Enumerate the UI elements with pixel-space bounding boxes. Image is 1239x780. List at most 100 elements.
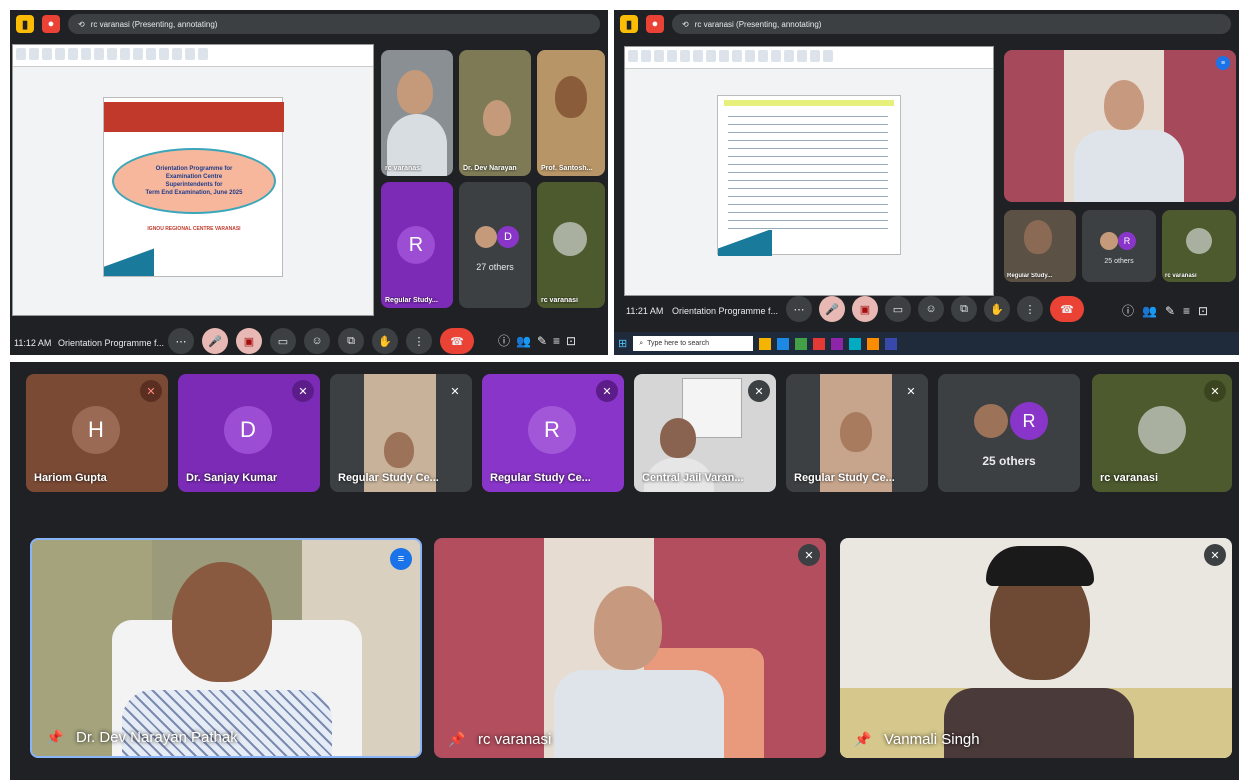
taskbar-app-icon[interactable] [813,337,826,350]
speaker-tile[interactable]: ✕ 📌 Vanmali Singh [840,538,1232,758]
pin-icon[interactable]: 📌 [854,731,871,748]
people-icon[interactable]: 👥 [1142,304,1157,318]
slide-line-3: Superintendents for [165,182,223,188]
info-icon[interactable]: ⓘ [498,332,510,349]
chat-icon[interactable]: ✎ [1165,304,1175,318]
speaker-tile[interactable]: ✕ 📌 rc varanasi [434,538,826,758]
participant-name: Regular Study Ce... [338,472,439,484]
slide-header-band [104,102,284,132]
taskbar-app-icon[interactable] [885,337,898,350]
participant-thumb [972,402,1010,440]
participant-tile[interactable]: ✕ Regular Study Ce... [330,374,472,492]
chat-icon[interactable]: ✎ [537,334,547,348]
windows-start-icon[interactable]: ⊞ [618,337,627,350]
participant-tile[interactable]: D ✕ Dr. Sanjay Kumar [178,374,320,492]
lock-icon[interactable]: ⊡ [566,334,576,348]
participant-tile[interactable]: rc varanasi [381,50,453,176]
participant-video [660,418,696,458]
main-speaker-tile[interactable]: ≡ [1004,50,1236,202]
files-icon[interactable]: ▮ [16,15,34,33]
participant-tile[interactable]: rc varanasi [1162,210,1236,282]
others-tile[interactable]: D 27 others [459,182,531,308]
activities-icon[interactable]: ≡ [1183,304,1190,318]
present-button[interactable]: ⧉ [338,328,364,354]
people-icon[interactable]: 👥 [516,334,531,348]
slide-footer: IGNOU REGIONAL CENTRE VARANASI [147,226,241,232]
more-icon[interactable]: ⋯ [786,296,812,322]
windows-taskbar: ⊞ ⌕ Type here to search [614,332,1239,355]
participant-tile[interactable]: H ✕ Hariom Gupta [26,374,168,492]
taskbar-app-icon[interactable] [759,337,772,350]
pin-icon[interactable]: 📌 [448,731,465,748]
pin-icon[interactable]: 📌 [46,729,63,746]
others-tile[interactable]: R 25 others [1082,210,1156,282]
participant-video [1024,220,1052,254]
participant-tile[interactable]: R Regular Study... [381,182,453,308]
participant-avatar: H [72,406,120,454]
hair [986,546,1094,586]
captions-button[interactable]: ▭ [885,296,911,322]
speaker-tile[interactable]: ≡ 📌 Dr. Dev Narayan Pathak [30,538,422,758]
participant-tile[interactable]: ✕ rc varanasi [1092,374,1232,492]
participant-tile[interactable]: ✕ Central Jail Varan... [634,374,776,492]
info-icon[interactable]: ⓘ [1122,302,1134,319]
meeting-time: 11:21 AM [626,306,664,316]
participant-name: rc varanasi [1100,472,1159,484]
slide-text-lines [728,112,888,232]
camera-button[interactable]: ▣ [852,296,878,322]
activities-icon[interactable]: ≡ [553,334,560,348]
call-controls: ⋯ 🎤 ▣ ▭ ☺ ⧉ ✋ ⋮ ☎ [786,296,1084,322]
participant-avatar: R [1118,232,1136,250]
mic-off-icon: ✕ [292,380,314,402]
search-icon: ⌕ [639,339,644,347]
mic-off-icon: ✕ [444,380,466,402]
emoji-button[interactable]: ☺ [918,296,944,322]
mic-button[interactable]: 🎤 [202,328,228,354]
taskbar-search[interactable]: ⌕ Type here to search [633,336,754,351]
lock-icon[interactable]: ⊡ [1198,304,1208,318]
participant-thumb [553,222,587,256]
mic-button[interactable]: 🎤 [819,296,845,322]
participant-tile[interactable]: Regular Study... [1004,210,1076,282]
presenting-label: rc varanasi (Presenting, annotating) [694,19,822,29]
more-options-button[interactable]: ⋮ [1017,296,1043,322]
raise-hand-button[interactable]: ✋ [372,328,398,354]
end-call-button[interactable]: ☎ [440,328,474,354]
more-icon[interactable]: ⋯ [168,328,194,354]
taskbar-app-icon[interactable] [831,337,844,350]
record-icon[interactable]: ● [42,15,60,33]
participant-tile[interactable]: rc varanasi [537,182,605,308]
presenting-banner[interactable]: ⟲ rc varanasi (Presenting, annotating) [672,14,1231,34]
participant-tile[interactable]: ✕ Regular Study Ce... [786,374,928,492]
participant-name: Central Jail Varan... [642,472,744,484]
taskbar-app-icon[interactable] [849,337,862,350]
participant-tile[interactable]: Dr. Dev Narayan [459,50,531,176]
taskbar-app-icon[interactable] [795,337,808,350]
files-icon[interactable]: ▮ [620,15,638,33]
captions-button[interactable]: ▭ [270,328,296,354]
end-call-button[interactable]: ☎ [1050,296,1084,322]
speaker-name: rc varanasi [478,731,552,748]
speaking-icon: ≡ [390,548,412,570]
emoji-button[interactable]: ☺ [304,328,330,354]
mic-off-icon: ✕ [900,380,922,402]
present-button[interactable]: ⧉ [951,296,977,322]
camera-button[interactable]: ▣ [236,328,262,354]
participant-tile[interactable]: R ✕ Regular Study Ce... [482,374,624,492]
participant-avatar: D [497,226,519,248]
shared-document-window [624,46,994,296]
taskbar-app-icon[interactable] [777,337,790,350]
participant-name: Dr. Sanjay Kumar [186,472,278,484]
others-tile[interactable]: R 25 others [938,374,1080,492]
slide-canvas [717,95,901,256]
more-options-button[interactable]: ⋮ [406,328,432,354]
participant-name: Regular Study Ce... [490,472,591,484]
participant-tile[interactable]: Prof. Santosh... [537,50,605,176]
participant-name: Regular Study... [385,297,438,304]
record-icon[interactable]: ● [646,15,664,33]
presenting-banner[interactable]: ⟲ rc varanasi (Presenting, annotating) [68,14,600,34]
raise-hand-button[interactable]: ✋ [984,296,1010,322]
taskbar-app-icon[interactable] [867,337,880,350]
participant-name: Dr. Dev Narayan [463,165,517,172]
left-top-bar: ▮ ● ⟲ rc varanasi (Presenting, annotatin… [10,10,608,38]
